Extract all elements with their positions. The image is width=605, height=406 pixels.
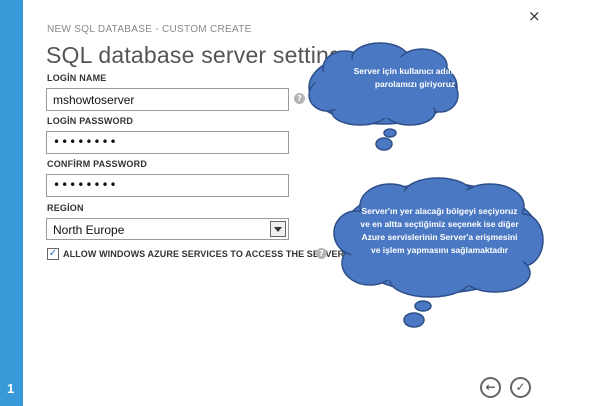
finish-check-icon: ✓ (515, 380, 526, 394)
speech-cloud-1 (308, 42, 459, 151)
back-arrow-icon: ← (485, 380, 496, 394)
region-selected-value: North Europe (53, 223, 125, 237)
allow-azure-help-icon[interactable]: ? (316, 248, 327, 259)
login-name-label: LOGİN NAME (47, 73, 107, 83)
close-icon[interactable]: × (528, 9, 541, 24)
confirm-password-input[interactable]: •••••••• (46, 174, 289, 197)
region-label: REGİON (47, 203, 84, 213)
cloud-2-text: Server'ın yer alacağı bölgeyi seçiyoruz … (360, 206, 519, 255)
dialog-subtitle: NEW SQL DATABASE - CUSTOM CREATE (47, 24, 252, 35)
login-password-input[interactable]: •••••••• (46, 131, 289, 154)
speech-cloud-2 (333, 177, 544, 328)
confirm-password-label: CONFİRM PASSWORD (47, 159, 148, 169)
login-password-label: LOGİN PASSWORD (47, 116, 134, 126)
cloud-1-text: Server için kullanıcı adımızı ve parolam… (353, 66, 477, 89)
checkmark-icon: ✓ (48, 248, 58, 259)
region-select[interactable]: North Europe (46, 218, 289, 240)
login-name-input[interactable]: mshowtoserver (46, 88, 289, 111)
finish-button[interactable]: ✓ (510, 377, 531, 398)
wizard-step-rail: 1 (0, 0, 23, 406)
allow-azure-label: ALLOW WINDOWS AZURE SERVICES TO ACCESS T… (63, 249, 347, 259)
back-button[interactable]: ← (480, 377, 501, 398)
allow-azure-checkbox[interactable]: ✓ (47, 248, 59, 260)
step-number: 1 (7, 381, 15, 396)
chevron-down-icon[interactable] (270, 221, 286, 237)
